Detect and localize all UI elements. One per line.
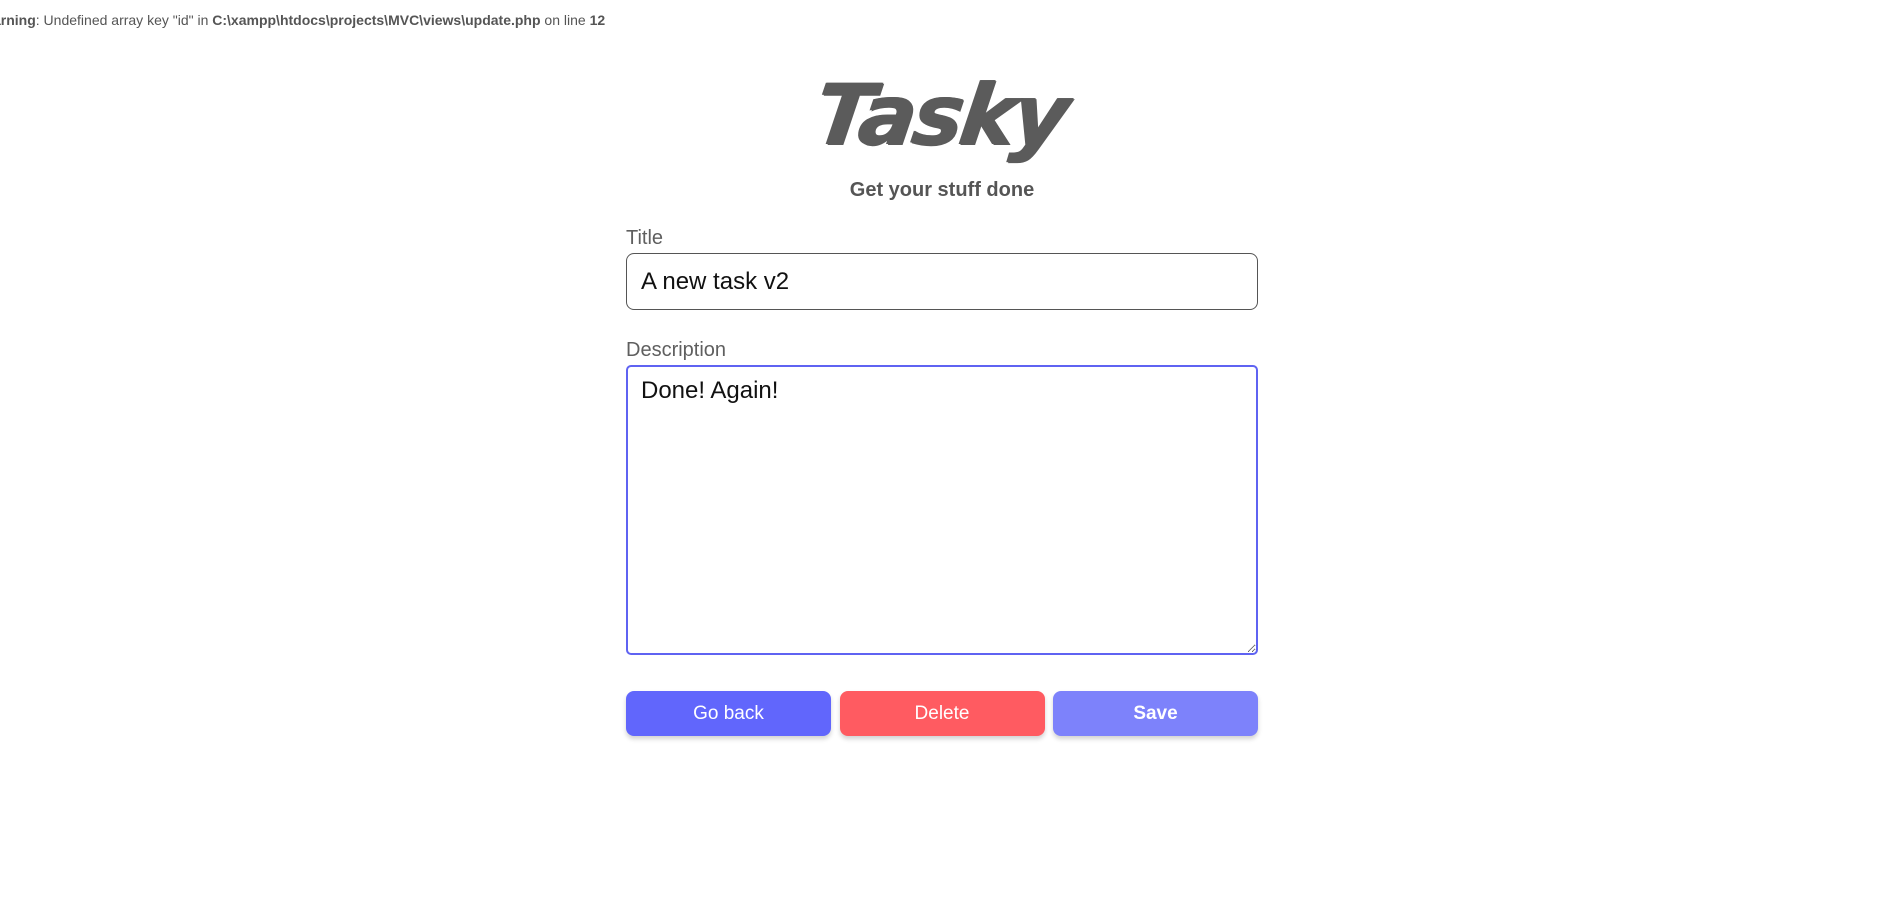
description-label: Description [626, 339, 727, 361]
warning-line-number: 12 [589, 12, 606, 28]
button-row: Go back Delete Save [626, 691, 1258, 736]
warning-prefix: arning [0, 12, 36, 28]
logo-wrap: Tasky [624, 65, 1258, 175]
description-textarea[interactable]: Done! Again! [626, 365, 1258, 655]
tagline: Get your stuff done [849, 179, 1035, 201]
delete-button[interactable]: Delete [839, 691, 1045, 736]
tasky-logo: Tasky [809, 66, 1073, 164]
go-back-button[interactable]: Go back [626, 691, 831, 736]
title-label: Title [626, 227, 664, 249]
save-button[interactable]: Save [1053, 691, 1258, 736]
title-input[interactable] [626, 253, 1258, 310]
update-task-form: Tasky Get your stuff done Title Descript… [626, 65, 1258, 736]
warning-on-line: on line [540, 12, 590, 28]
php-warning: arning: Undefined array key "id" in C:\x… [0, 12, 605, 28]
warning-file-path: C:\xampp\htdocs\projects\MVC\views\updat… [212, 12, 541, 28]
warning-message: : Undefined array key "id" in [35, 12, 213, 28]
